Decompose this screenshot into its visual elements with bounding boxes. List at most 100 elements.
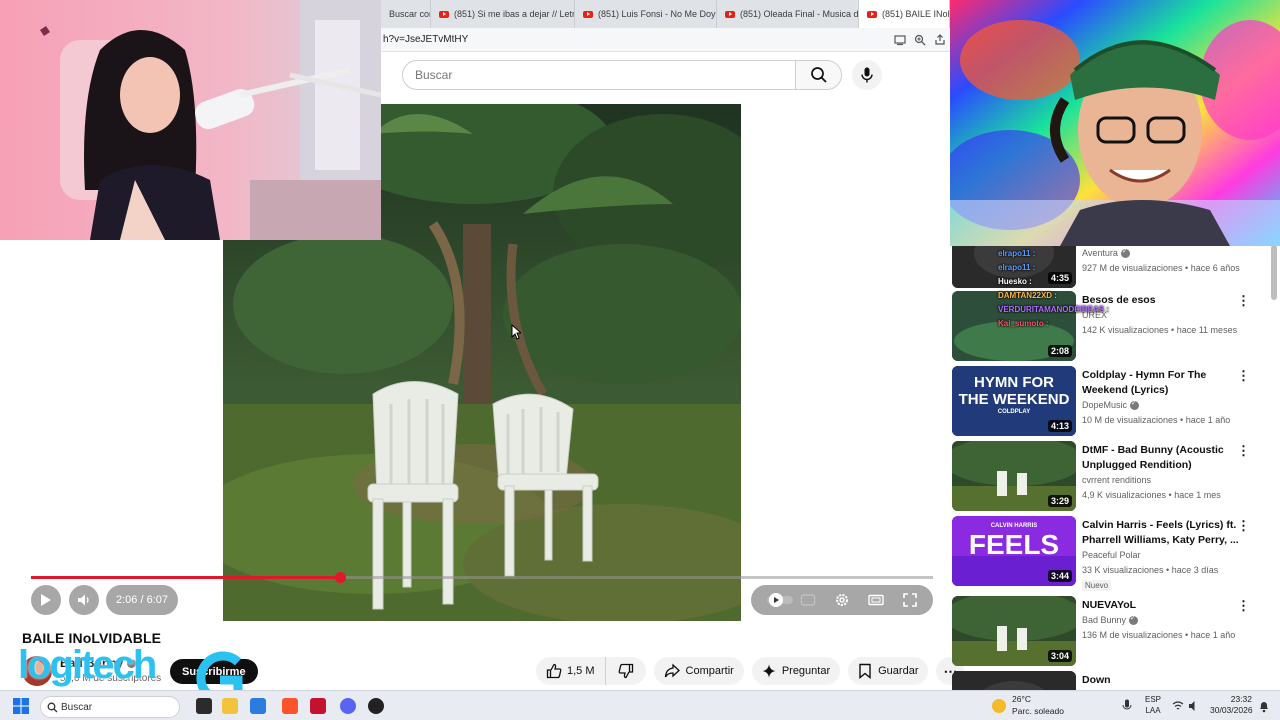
- recommendation-channel[interactable]: Peaceful Polar: [1082, 550, 1141, 560]
- search-input[interactable]: [402, 60, 795, 90]
- recommendation-item[interactable]: 3:29 DtMF - Bad Bunny (Acoustic Unplugged…: [952, 441, 1270, 511]
- recommendation-item[interactable]: 3:04 NUEVAYoL Bad Bunny 136 M de visualizac…: [952, 596, 1270, 666]
- logitech-logo: logitech: [18, 643, 157, 687]
- youtube-favicon-icon: [439, 10, 449, 18]
- streamer-webcam-left: [0, 0, 381, 240]
- subtitles-icon[interactable]: [800, 592, 816, 608]
- weather-description: Parc. soleado: [1012, 706, 1064, 716]
- more-options-icon[interactable]: ⋮: [1237, 368, 1250, 384]
- dislike-button[interactable]: [606, 657, 646, 685]
- lang-line-2: LAA: [1145, 706, 1161, 715]
- theater-mode-icon[interactable]: [868, 592, 884, 608]
- taskbar-search[interactable]: Buscar: [40, 696, 180, 718]
- channel-name[interactable]: cvrrent renditions: [1082, 475, 1151, 485]
- weather-widget[interactable]: 26°C Parc. soleado: [1012, 693, 1064, 717]
- recommendation-title[interactable]: Coldplay - Hymn For The Weekend (Lyrics): [1082, 368, 1247, 398]
- notification-bell-icon[interactable]: [1258, 699, 1270, 713]
- recommendation-item[interactable]: HYMN FOR THE WEEKEND COLDPLAY 4:13 Coldplay …: [952, 366, 1270, 436]
- search-button[interactable]: [795, 60, 842, 90]
- ask-button[interactable]: Preguntar: [751, 657, 841, 685]
- video-duration: 3:44: [1047, 570, 1072, 582]
- temperature: 26°C: [1012, 694, 1031, 704]
- store-app-icon[interactable]: [250, 698, 266, 714]
- recommendation-item[interactable]: CALVIN HARRIS FEELS 3:44 Calvin Harris - Fe…: [952, 516, 1270, 591]
- more-options-icon[interactable]: ⋮: [1237, 443, 1250, 459]
- recommendation-title[interactable]: NUEVAYoL: [1082, 598, 1247, 613]
- channel-name[interactable]: DopeMusic: [1082, 400, 1127, 410]
- more-options-icon[interactable]: ⋮: [1237, 518, 1250, 534]
- chat-username: Kai_sumoto: [998, 319, 1044, 328]
- video-duration: 2:08: [1047, 345, 1072, 357]
- recommendation-meta: 927 M de visualizaciones • hace 6 años: [1082, 263, 1240, 273]
- settings-gear-icon[interactable]: [834, 592, 850, 608]
- browser-tab[interactable]: (851) Luis Fonsi - No Me Doy P: [575, 0, 717, 28]
- chat-message: Kai_sumoto :: [998, 317, 1109, 331]
- browser-tab[interactable]: (851) Oleada Final - Musica de: [717, 0, 859, 28]
- thumbnail-text-line: HYMN FOR: [974, 374, 1054, 391]
- clock-time: 23:32: [1230, 694, 1252, 704]
- microphone-tray-icon[interactable]: [1122, 699, 1132, 713]
- browser-tab[interactable]: Buscar con: [381, 0, 431, 28]
- cast-icon[interactable]: [894, 34, 906, 46]
- channel-name[interactable]: Bad Bunny: [1082, 615, 1126, 625]
- video-thumbnail[interactable]: HYMN FOR THE WEEKEND COLDPLAY 4:13: [952, 366, 1076, 436]
- recommendation-channel[interactable]: cvrrent renditions: [1082, 475, 1151, 485]
- address-bar-actions: [894, 33, 946, 46]
- file-explorer-icon[interactable]: [222, 698, 238, 714]
- thumbs-down-icon: [618, 663, 633, 679]
- recommendation-title[interactable]: Calvin Harris - Feels (Lyrics) ft. Pharr…: [1082, 518, 1247, 548]
- recommendation-title[interactable]: DtMF - Bad Bunny (Acoustic Unplugged Ren…: [1082, 443, 1247, 473]
- video-duration: 3:04: [1047, 650, 1072, 662]
- video-thumbnail[interactable]: CALVIN HARRIS FEELS 3:44: [952, 516, 1076, 586]
- voice-search-button[interactable]: [852, 60, 882, 90]
- obs-app-icon[interactable]: [310, 698, 326, 714]
- windows-start-icon[interactable]: [13, 698, 29, 714]
- address-bar[interactable]: h?v=JseJETvMtHY: [381, 28, 950, 52]
- brave-browser-icon[interactable]: [282, 698, 298, 714]
- share-button[interactable]: Compartir: [653, 657, 744, 685]
- video-thumbnail[interactable]: 3:04: [952, 596, 1076, 666]
- browser-tab[interactable]: (851) BAILE INoLVID: [859, 0, 950, 28]
- chat-message: elrapo11 :: [998, 247, 1109, 261]
- recommendation-title[interactable]: Down: [1082, 673, 1247, 688]
- more-options-icon[interactable]: ⋮: [1237, 293, 1250, 309]
- input-language[interactable]: ESP LAA: [1145, 694, 1161, 716]
- windows-taskbar: Buscar 26°C Parc. soleado ESP LAA 23:32 …: [0, 690, 1280, 720]
- task-view-icon[interactable]: [196, 698, 212, 714]
- channel-name[interactable]: Peaceful Polar: [1082, 550, 1141, 560]
- search-icon: [810, 67, 827, 83]
- sidebar-scrollbar[interactable]: [1271, 245, 1277, 300]
- search-bar: [402, 60, 882, 90]
- browser-tab[interactable]: (851) Si me ibas a dejar // Letra: [431, 0, 575, 28]
- chat-username: DAMTAN22XD: [998, 291, 1053, 300]
- volume-button[interactable]: [69, 585, 99, 615]
- tab-label: (851) Oleada Final - Musica de: [740, 9, 859, 19]
- like-button[interactable]: 1,5 M: [536, 657, 606, 685]
- app-icon[interactable]: [368, 698, 384, 714]
- video-thumbnail[interactable]: 3:29: [952, 441, 1076, 511]
- recommendation-channel[interactable]: DopeMusic: [1082, 399, 1140, 410]
- fullscreen-icon[interactable]: [902, 592, 918, 608]
- recommendation-channel[interactable]: Bad Bunny: [1082, 614, 1139, 625]
- ask-label: Preguntar: [781, 665, 831, 677]
- autoplay-toggle[interactable]: [766, 592, 793, 608]
- share-page-icon[interactable]: [934, 33, 946, 46]
- video-progress-bar[interactable]: [31, 572, 933, 583]
- more-options-icon[interactable]: ⋮: [1237, 598, 1250, 614]
- time-display: 2:06 / 6:07: [106, 585, 178, 615]
- speaker-icon[interactable]: [1188, 700, 1200, 712]
- wifi-icon[interactable]: [1172, 700, 1184, 712]
- system-clock[interactable]: 23:32 30/03/2026: [1210, 694, 1253, 716]
- taskbar-search-placeholder: Buscar: [61, 701, 93, 713]
- youtube-favicon-icon: [867, 10, 877, 18]
- recommendation-meta: 10 M de visualizaciones • hace 1 año: [1082, 415, 1231, 425]
- zoom-icon[interactable]: [914, 34, 926, 46]
- recommendation-meta: 136 M de visualizaciones • hace 1 año: [1082, 630, 1236, 640]
- play-button[interactable]: [31, 585, 61, 615]
- share-label: Compartir: [685, 665, 734, 677]
- discord-icon[interactable]: [340, 698, 356, 714]
- chat-separator: :: [1043, 319, 1049, 328]
- url-text[interactable]: h?v=JseJETvMtHY: [383, 34, 468, 45]
- save-button[interactable]: Guardar: [848, 657, 929, 685]
- tab-label: (851) Luis Fonsi - No Me Doy P: [598, 9, 717, 19]
